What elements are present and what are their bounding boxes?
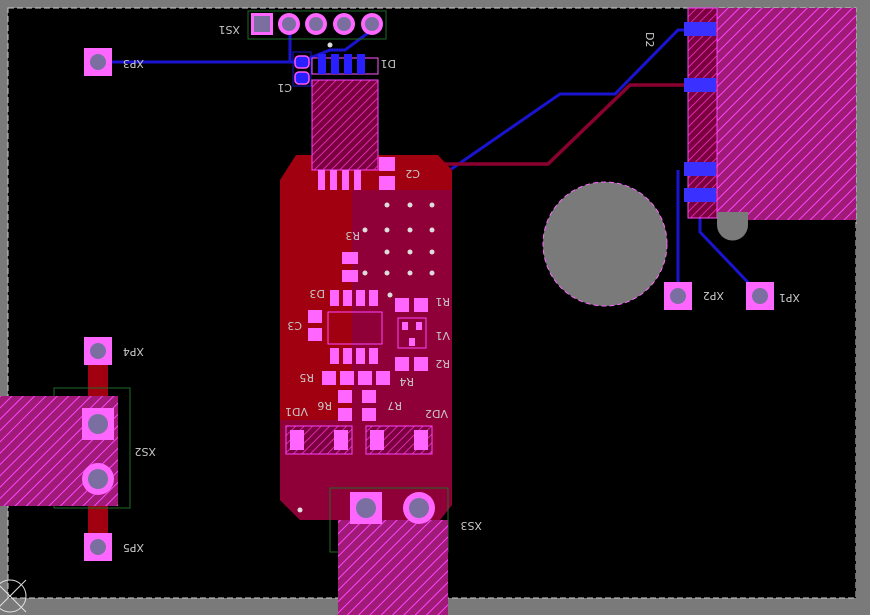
xp3-label: XP3 xyxy=(123,57,144,70)
d2-label: D2 xyxy=(643,32,656,47)
xs3-hole-1 xyxy=(356,498,376,518)
d2-body xyxy=(717,8,856,220)
xs3-body xyxy=(338,520,448,615)
r5-pad-2[interactable] xyxy=(340,371,354,385)
r1-pad-1[interactable] xyxy=(395,298,409,312)
r7-pad-2[interactable] xyxy=(362,408,376,421)
xs2-label: XS2 xyxy=(134,445,156,458)
xp1-hole xyxy=(752,288,768,304)
xs2-hole-1 xyxy=(88,414,108,434)
r6-pad-1[interactable] xyxy=(338,390,352,403)
r7-label: R7 xyxy=(387,399,402,412)
r5-label: R5 xyxy=(299,371,314,384)
r3-label: R3 xyxy=(345,229,360,242)
c3-label: C3 xyxy=(287,319,302,332)
r1-pad-2[interactable] xyxy=(414,298,428,312)
c2-pad-2[interactable] xyxy=(379,176,395,190)
c2-pad-1[interactable] xyxy=(379,157,395,171)
d1-label: D1 xyxy=(381,57,396,70)
d2-pin-3[interactable] xyxy=(684,162,716,176)
r2-label: R2 xyxy=(435,357,450,370)
d3-label: D3 xyxy=(310,287,325,300)
r5-pad-1[interactable] xyxy=(322,371,336,385)
board-cutout xyxy=(856,224,870,615)
xp3-hole xyxy=(90,54,106,70)
xp2-hole xyxy=(670,288,686,304)
mounting-hole xyxy=(542,181,668,307)
d2-pin-4[interactable] xyxy=(684,188,716,202)
c3-pad-2[interactable] xyxy=(308,328,322,341)
c1-pad-1[interactable] xyxy=(294,55,310,69)
ic-body xyxy=(311,79,379,171)
xp4-hole xyxy=(90,343,106,359)
d2-pin-1[interactable] xyxy=(684,22,716,36)
c3-pad-1[interactable] xyxy=(308,310,322,323)
r2-pad-1[interactable] xyxy=(395,357,409,371)
xp4-label: XP4 xyxy=(123,345,144,358)
r6-pad-2[interactable] xyxy=(338,408,352,421)
v1-label: V1 xyxy=(435,329,450,342)
d2-pin-2[interactable] xyxy=(684,78,716,92)
xp5-label: XP5 xyxy=(123,541,144,554)
r2-pad-2[interactable] xyxy=(414,357,428,371)
vd2-pad-1[interactable] xyxy=(370,430,384,450)
r7-pad-1[interactable] xyxy=(362,390,376,403)
pcb-editor-canvas[interactable]: XS1 XP3 C1 D1 D2 XP2 XP1 C2 R3 D3 C3 R1 … xyxy=(0,0,870,615)
c1-label: C1 xyxy=(277,81,292,94)
xs3-label: XS3 xyxy=(460,519,482,532)
r1-label: R1 xyxy=(435,295,450,308)
c2-label: C2 xyxy=(405,167,420,180)
d2-frame xyxy=(687,7,718,219)
pcb-layout[interactable]: XS1 XP3 C1 D1 D2 XP2 XP1 C2 R3 D3 C3 R1 … xyxy=(0,0,870,615)
r3-pad-1[interactable] xyxy=(342,252,358,264)
xs2-hole-2 xyxy=(88,469,108,489)
xp2-label: XP2 xyxy=(703,289,724,302)
xp1-label: XP1 xyxy=(779,291,800,304)
xs1-label: XS1 xyxy=(218,23,240,36)
vd2-pad-2[interactable] xyxy=(414,430,428,450)
vd2-label: VD2 xyxy=(425,407,448,420)
r4-pad-2[interactable] xyxy=(376,371,390,385)
xs3-hole-2 xyxy=(409,498,429,518)
vd1-pad-2[interactable] xyxy=(334,430,348,450)
xp5-hole xyxy=(90,539,106,555)
c1-pad-2[interactable] xyxy=(294,71,310,85)
r3-pad-2[interactable] xyxy=(342,270,358,282)
r4-label: R4 xyxy=(399,375,414,388)
r6-label: R6 xyxy=(317,399,332,412)
r4-pad-1[interactable] xyxy=(358,371,372,385)
vd1-label: VD1 xyxy=(285,405,308,418)
vd1-pad-1[interactable] xyxy=(290,430,304,450)
